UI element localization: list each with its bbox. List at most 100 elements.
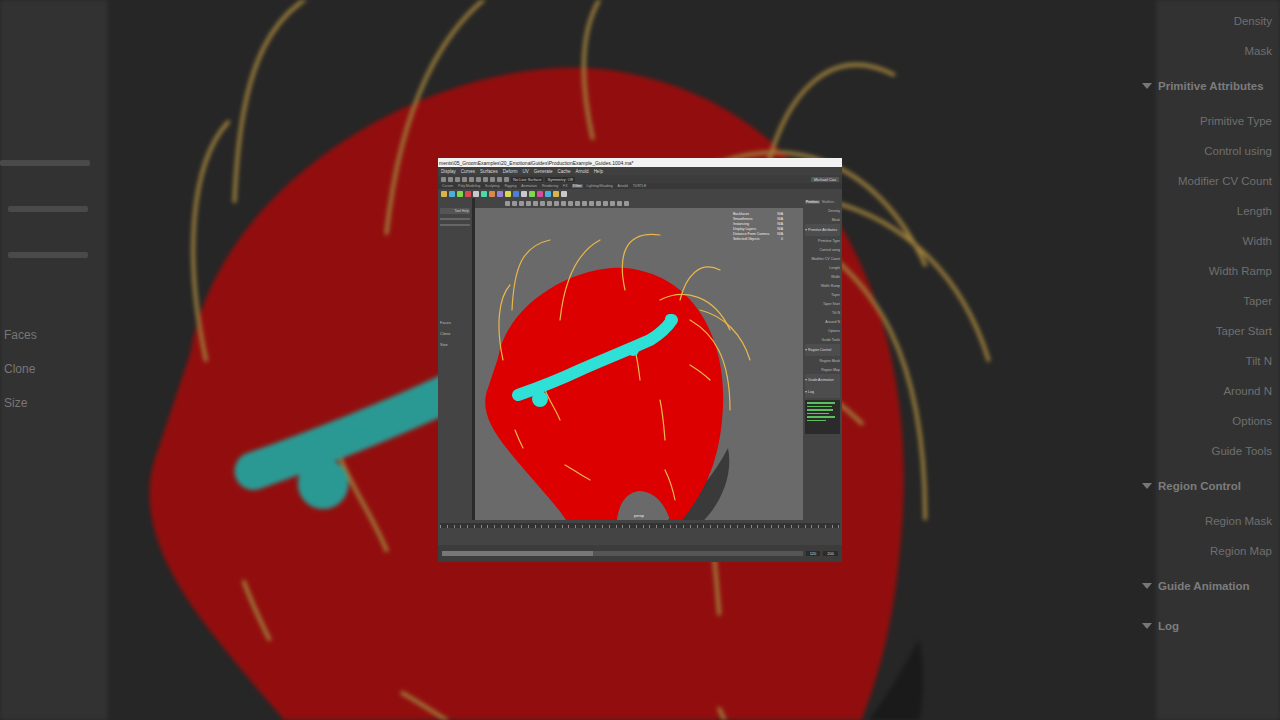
attribute-row[interactable]: Width <box>805 272 840 281</box>
shelf-tab[interactable]: Rigging <box>503 184 517 188</box>
range-start[interactable]: 120 <box>806 551 821 556</box>
live-surface[interactable]: No Live Surface <box>511 177 543 182</box>
viewport-icon[interactable] <box>561 201 566 206</box>
attribute-row[interactable]: Log <box>805 386 840 398</box>
hair-guide[interactable] <box>560 240 600 320</box>
menu-item[interactable]: Cache <box>558 169 571 174</box>
attribute-row[interactable]: Width Ramp <box>805 281 840 290</box>
attribute-row[interactable]: Region Control <box>805 344 840 356</box>
viewport-icon[interactable] <box>603 201 608 206</box>
shelf-tool-icon[interactable] <box>513 191 519 197</box>
head-mesh[interactable] <box>475 208 803 520</box>
attribute-row[interactable]: Guide Tools <box>805 335 840 344</box>
shelf-tab[interactable]: Curves <box>441 184 454 188</box>
timeline[interactable] <box>438 520 842 545</box>
hair-guide[interactable] <box>622 234 660 290</box>
shelf-tool-icon[interactable] <box>521 191 527 197</box>
menu-item[interactable]: UV <box>523 169 529 174</box>
tool-icon[interactable] <box>497 177 502 182</box>
attribute-row[interactable]: Guide Animation <box>805 374 840 386</box>
attribute-row[interactable]: Density <box>805 206 840 215</box>
range-end[interactable]: 200 <box>823 551 838 556</box>
tool-help[interactable]: Tool Help <box>440 208 470 214</box>
shelf-tab[interactable]: Animation <box>520 184 538 188</box>
viewport[interactable]: BackfacesN/ASmoothnessN/AInstancingN/ADi… <box>475 198 803 520</box>
user-menu[interactable]: Michael Cas <box>811 177 839 182</box>
shelf-tab[interactable]: Lighting/Shading <box>586 184 614 188</box>
shelf-tab[interactable]: XGen <box>572 184 583 188</box>
shelf-tool-icon[interactable] <box>481 191 487 197</box>
attribute-row[interactable]: Tilt N <box>805 308 840 317</box>
attribute-row[interactable]: Region Map <box>805 365 840 374</box>
viewport-icon[interactable] <box>540 201 545 206</box>
shelf-tab[interactable]: Sculpting <box>484 184 500 188</box>
hair-guide[interactable] <box>565 465 590 480</box>
shelf-tool-icon[interactable] <box>529 191 535 197</box>
shelf-tool-icon[interactable] <box>505 191 511 197</box>
tool-icon[interactable] <box>455 177 460 182</box>
shelf-tool-icon[interactable] <box>449 191 455 197</box>
viewport-icon[interactable] <box>554 201 559 206</box>
viewport-icon[interactable] <box>512 201 517 206</box>
attribute-row[interactable]: Region Mask <box>805 356 840 365</box>
shelf-tool-icon[interactable] <box>441 191 447 197</box>
viewport-icon[interactable] <box>568 201 573 206</box>
viewport-icon[interactable] <box>533 201 538 206</box>
attribute-row[interactable]: Control using <box>805 245 840 254</box>
attribute-row[interactable]: Taper <box>805 290 840 299</box>
attribute-row[interactable]: Options <box>805 326 840 335</box>
viewport-icon[interactable] <box>596 201 601 206</box>
collapse-icon[interactable] <box>805 379 807 381</box>
collapse-icon[interactable] <box>805 229 807 231</box>
shelf-tab[interactable]: TURTLE <box>632 184 648 188</box>
tool-icon[interactable] <box>462 177 467 182</box>
attribute-tab[interactable]: Primitives <box>805 200 820 204</box>
hair-guide[interactable] <box>665 470 675 500</box>
tool-icon[interactable] <box>469 177 474 182</box>
menu-item[interactable]: Generate <box>534 169 553 174</box>
viewport-icon[interactable] <box>589 201 594 206</box>
shelf-tool-icon[interactable] <box>457 191 463 197</box>
menu-item[interactable]: Display <box>441 169 456 174</box>
viewport-icon[interactable] <box>519 201 524 206</box>
viewport-icon[interactable] <box>547 201 552 206</box>
attribute-row[interactable]: Primitive Type <box>805 236 840 245</box>
shelf-tab[interactable]: Arnold <box>617 184 629 188</box>
viewport-icon[interactable] <box>505 201 510 206</box>
attribute-tab[interactable]: Modifiers <box>821 200 835 204</box>
hair-guide[interactable] <box>660 400 665 440</box>
menu-item[interactable]: Deform <box>503 169 518 174</box>
collapse-icon[interactable] <box>805 349 807 351</box>
hair-guide[interactable] <box>690 365 710 380</box>
symmetry[interactable]: Symmetry: Off <box>545 177 574 182</box>
viewport-icon[interactable] <box>582 201 587 206</box>
collapse-icon[interactable] <box>805 391 807 393</box>
attribute-row[interactable]: Taper Start <box>805 299 840 308</box>
attribute-row[interactable]: Length <box>805 263 840 272</box>
hair-guide[interactable] <box>545 390 560 420</box>
shelf-tool-icon[interactable] <box>545 191 551 197</box>
tool-icon[interactable] <box>448 177 453 182</box>
range-track[interactable] <box>442 551 803 556</box>
tool-icon[interactable] <box>441 177 446 182</box>
attribute-row[interactable]: Modifier CV Count <box>805 254 840 263</box>
attribute-row[interactable]: Mask <box>805 215 840 224</box>
shelf-tool-icon[interactable] <box>465 191 471 197</box>
viewport-icon[interactable] <box>575 201 580 206</box>
hair-guide[interactable] <box>499 285 510 360</box>
viewport-icon[interactable] <box>624 201 629 206</box>
hair-guide[interactable] <box>700 310 750 360</box>
shelf-tool-icon[interactable] <box>553 191 559 197</box>
tool-icon[interactable] <box>490 177 495 182</box>
menu-item[interactable]: Surfaces <box>480 169 498 174</box>
shelf-tool-icon[interactable] <box>561 191 567 197</box>
shelf-tab[interactable]: Poly Modeling <box>457 184 481 188</box>
shelf-tab[interactable]: Rendering <box>541 184 559 188</box>
menu-item[interactable]: Arnold <box>576 169 589 174</box>
attribute-row[interactable]: Around N <box>805 317 840 326</box>
tool-icon[interactable] <box>504 177 509 182</box>
hair-guide[interactable] <box>515 430 523 448</box>
menu-item[interactable]: Help <box>594 169 603 174</box>
hair-guide[interactable] <box>512 240 550 310</box>
hair-guide[interactable] <box>690 320 730 410</box>
